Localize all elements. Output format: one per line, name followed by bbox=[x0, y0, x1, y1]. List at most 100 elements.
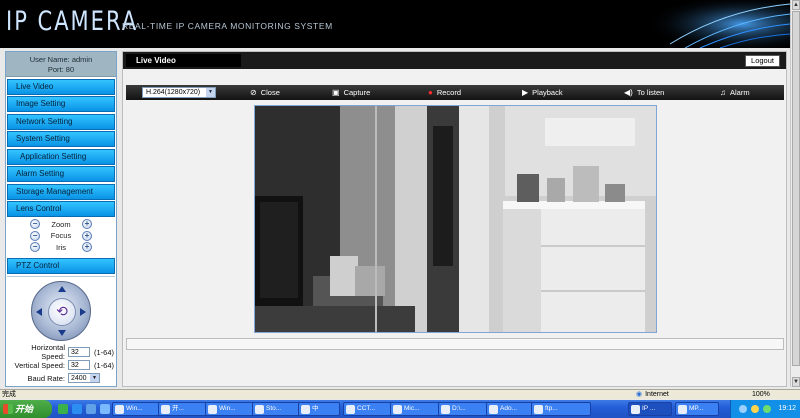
sidebar-item-alarm-setting[interactable]: Alarm Setting bbox=[7, 166, 115, 182]
close-button[interactable]: ⊘ Close bbox=[250, 88, 280, 97]
desktop-icon[interactable] bbox=[86, 404, 96, 414]
sidebar-item-lens-control[interactable]: Lens Control bbox=[7, 201, 115, 217]
taskbar-item-label: D:\... bbox=[452, 405, 466, 412]
taskbar-item-label: ftp... bbox=[545, 405, 558, 412]
horizontal-speed-range: (1-64) bbox=[94, 347, 115, 357]
zoom-out-icon[interactable]: − bbox=[30, 219, 40, 230]
app-icon bbox=[115, 405, 124, 414]
app-icon bbox=[631, 405, 640, 414]
lens-control-panel: − Zoom + − Focus + − Iris + bbox=[7, 218, 115, 257]
start-label: 开始 bbox=[15, 404, 34, 414]
record-icon: ● bbox=[428, 87, 433, 97]
taskbar-item-active[interactable]: IP ... bbox=[628, 402, 672, 416]
user-info-box: User Name: admin Port: 80 bbox=[6, 52, 116, 77]
zoom-in-icon[interactable]: + bbox=[82, 219, 92, 230]
user-name-value: admin bbox=[71, 55, 93, 64]
taskbar-item[interactable]: MP... bbox=[675, 402, 719, 416]
clock[interactable]: 19:12 bbox=[778, 405, 796, 412]
record-button[interactable]: ● Record bbox=[428, 88, 461, 97]
app-icon bbox=[489, 405, 498, 414]
baud-rate-label: Baud Rate: bbox=[27, 373, 65, 383]
tray-icon[interactable] bbox=[751, 405, 759, 413]
tray-icon[interactable] bbox=[763, 405, 771, 413]
tray-icon[interactable] bbox=[739, 405, 747, 413]
sidebar-item-application-setting[interactable]: Application Setting bbox=[7, 148, 115, 165]
baud-rate-select[interactable]: 2400 ▼ bbox=[68, 373, 100, 383]
record-label: Record bbox=[436, 88, 462, 97]
speaker-icon: ◀) bbox=[624, 87, 633, 97]
taskbar-item-label: Win... bbox=[219, 405, 236, 412]
horizontal-speed-input[interactable] bbox=[68, 347, 90, 357]
user-name-label: User Name: bbox=[29, 55, 72, 64]
capture-label: Capture bbox=[343, 88, 371, 97]
main-panel: Live Video Logout H.264(1280x720) ▼ ⊘ Cl… bbox=[122, 51, 787, 387]
playback-label: Playback bbox=[532, 88, 563, 97]
ptz-up-arrow-icon[interactable] bbox=[58, 286, 66, 292]
logout-button[interactable]: Logout bbox=[745, 55, 780, 67]
port-row: Port: 80 bbox=[6, 65, 116, 75]
listen-label: To listen bbox=[636, 88, 665, 97]
horizontal-speed-label: Horizontal Speed: bbox=[31, 343, 65, 361]
vertical-speed-range: (1-64) bbox=[94, 360, 115, 370]
close-label: Close bbox=[260, 88, 280, 97]
port-label: Port: bbox=[47, 65, 66, 74]
vertical-speed-row: Vertical Speed: (1-64) bbox=[6, 359, 116, 372]
alarm-label: Alarm bbox=[730, 88, 750, 97]
stream-format-select[interactable]: H.264(1280x720) ▼ bbox=[142, 87, 216, 98]
zoom-level[interactable]: 100% bbox=[752, 390, 770, 399]
vertical-speed-label: Vertical Speed: bbox=[14, 360, 65, 370]
ptz-down-arrow-icon[interactable] bbox=[58, 330, 66, 336]
scroll-up-arrow-icon[interactable]: ▲ bbox=[792, 0, 800, 10]
taskbar-item[interactable]: 中 bbox=[298, 402, 340, 416]
taskbar-item-label: 中 bbox=[312, 405, 319, 412]
vertical-speed-input[interactable] bbox=[68, 360, 90, 370]
page-scrollbar[interactable]: ▲ ▼ bbox=[790, 0, 800, 387]
sidebar-item-storage-management[interactable]: Storage Management bbox=[7, 183, 115, 200]
taskbar-item-label: IP ... bbox=[642, 405, 656, 412]
iris-minus-icon[interactable]: − bbox=[30, 242, 40, 253]
sidebar: User Name: admin Port: 80 Live Video Ima… bbox=[5, 51, 117, 387]
chevron-down-icon: ▼ bbox=[90, 374, 99, 382]
playback-button[interactable]: ▶ Playback bbox=[522, 88, 563, 97]
video-toolbar: H.264(1280x720) ▼ ⊘ Close ▣ Capture ● Re… bbox=[126, 85, 784, 100]
scrollbar-thumb[interactable] bbox=[792, 11, 800, 366]
banner-glow-graphic bbox=[630, 0, 790, 48]
quicklaunch-icon[interactable] bbox=[58, 404, 68, 414]
iris-label: Iris bbox=[56, 242, 66, 252]
horizontal-speed-row: Horizontal Speed: (1-64) bbox=[6, 343, 116, 361]
focus-plus-icon[interactable]: + bbox=[82, 230, 92, 241]
iris-plus-icon[interactable]: + bbox=[82, 242, 92, 253]
app-icon bbox=[441, 405, 450, 414]
ptz-auto-rotate-icon[interactable]: ⟲ bbox=[48, 298, 76, 326]
live-video-frame[interactable] bbox=[254, 105, 657, 333]
capture-button[interactable]: ▣ Capture bbox=[332, 88, 370, 97]
start-button[interactable]: 开始 bbox=[0, 400, 52, 418]
sidebar-item-ptz-control[interactable]: PTZ Control bbox=[7, 258, 115, 274]
alarm-button[interactable]: ♫ Alarm bbox=[720, 88, 750, 97]
sidebar-item-system-setting[interactable]: System Setting bbox=[7, 131, 115, 147]
ie-icon[interactable] bbox=[72, 404, 82, 414]
iris-row: − Iris + bbox=[7, 242, 115, 254]
camera-feed-image bbox=[255, 106, 656, 332]
ptz-left-arrow-icon[interactable] bbox=[36, 308, 42, 316]
app-icon bbox=[678, 405, 687, 414]
sidebar-item-network-setting[interactable]: Network Setting bbox=[7, 113, 115, 130]
app-icon bbox=[534, 405, 543, 414]
ptz-right-arrow-icon[interactable] bbox=[80, 308, 86, 316]
scroll-down-arrow-icon[interactable]: ▼ bbox=[792, 377, 800, 387]
globe-icon: ◉ bbox=[636, 391, 643, 398]
focus-label: Focus bbox=[50, 231, 72, 241]
zone-label: Internet bbox=[645, 391, 669, 398]
focus-minus-icon[interactable]: − bbox=[30, 230, 40, 241]
sidebar-item-live-video[interactable]: Live Video bbox=[7, 78, 115, 95]
quicklaunch-icon[interactable] bbox=[100, 404, 110, 414]
taskbar-item[interactable]: ftp... bbox=[531, 402, 591, 416]
stream-format-value: H.264(1280x720) bbox=[146, 89, 201, 96]
listen-button[interactable]: ◀) To listen bbox=[624, 88, 664, 97]
port-value: 80 bbox=[65, 65, 75, 74]
ptz-direction-pad: ⟲ bbox=[7, 275, 115, 346]
zoom-row: − Zoom + bbox=[7, 219, 115, 231]
app-icon bbox=[393, 405, 402, 414]
taskbar-item-label: MP... bbox=[689, 405, 704, 412]
sidebar-item-image-setting[interactable]: Image Setting bbox=[7, 96, 115, 112]
